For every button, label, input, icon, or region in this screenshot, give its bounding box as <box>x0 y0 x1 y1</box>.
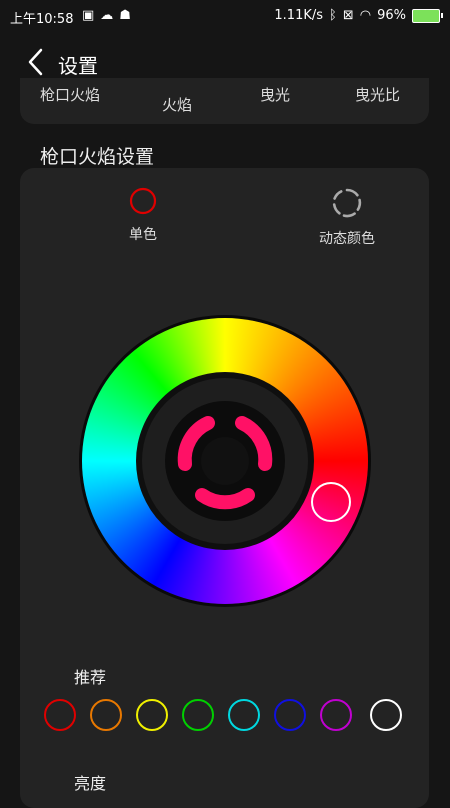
single-color-icon <box>129 187 157 215</box>
swatch-yellow[interactable] <box>136 699 168 731</box>
color-picker-handle[interactable] <box>311 482 351 522</box>
status-time: 上午10:58 <box>10 12 74 27</box>
swatch-purple[interactable] <box>320 699 352 731</box>
mode-dynamic-color[interactable]: 动态颜色 <box>280 186 414 248</box>
cat-icon: ☗ <box>119 8 131 23</box>
settings-card: 单色 动态颜色 推荐 亮度 <box>20 168 429 808</box>
muzzle-flame-preview-icon <box>165 401 285 521</box>
recommended-colors <box>44 699 409 733</box>
swatch-white[interactable] <box>370 699 402 731</box>
back-button[interactable] <box>22 47 52 77</box>
battery-percent: 96% <box>377 8 406 23</box>
preview-arc-bottom <box>195 488 255 510</box>
tab-tracer-ratio[interactable]: 曳光比 <box>355 84 400 105</box>
mode-dynamic-label: 动态颜色 <box>319 231 375 247</box>
recommend-label: 推荐 <box>74 668 107 687</box>
effect-tab-bar: 枪口火焰 火焰 曳光 曳光比 <box>20 78 429 124</box>
bluetooth-icon: ᛒ <box>329 8 337 23</box>
status-app-icons: ▣ ☁ ☗ <box>82 8 131 23</box>
brightness-label: 亮度 <box>74 774 107 793</box>
network-speed: 1.11K/s <box>274 8 324 23</box>
mode-single-color[interactable]: 单色 <box>100 186 186 244</box>
swatch-cyan[interactable] <box>228 699 260 731</box>
swatch-blue[interactable] <box>274 699 306 731</box>
loading-spinner-icon <box>332 188 362 218</box>
section-title: 枪口火焰设置 <box>40 146 155 168</box>
status-bar: 上午10:58 ▣ ☁ ☗ 1.11K/s ᛒ ⊠ ◠ 96% <box>0 0 450 32</box>
swatch-orange[interactable] <box>90 699 122 731</box>
color-wheel-area <box>82 318 368 604</box>
chevron-left-icon <box>28 48 43 76</box>
tab-flame[interactable]: 火焰 <box>162 94 192 115</box>
swatch-red[interactable] <box>44 699 76 731</box>
tab-tracer[interactable]: 曳光 <box>260 84 290 105</box>
wifi-icon: ◠ <box>359 8 372 23</box>
sim-icon: ⊠ <box>342 8 354 23</box>
page-title: 设置 <box>58 54 98 78</box>
swatch-green[interactable] <box>182 699 214 731</box>
tab-muzzle-flame[interactable]: 枪口火焰 <box>40 84 100 105</box>
status-right: 1.11K/s ᛒ ⊠ ◠ 96% <box>274 8 443 23</box>
battery-icon <box>412 8 443 23</box>
cloud-icon: ☁ <box>100 8 114 23</box>
mi-icon: ▣ <box>82 8 95 23</box>
mode-single-label: 单色 <box>129 227 157 243</box>
